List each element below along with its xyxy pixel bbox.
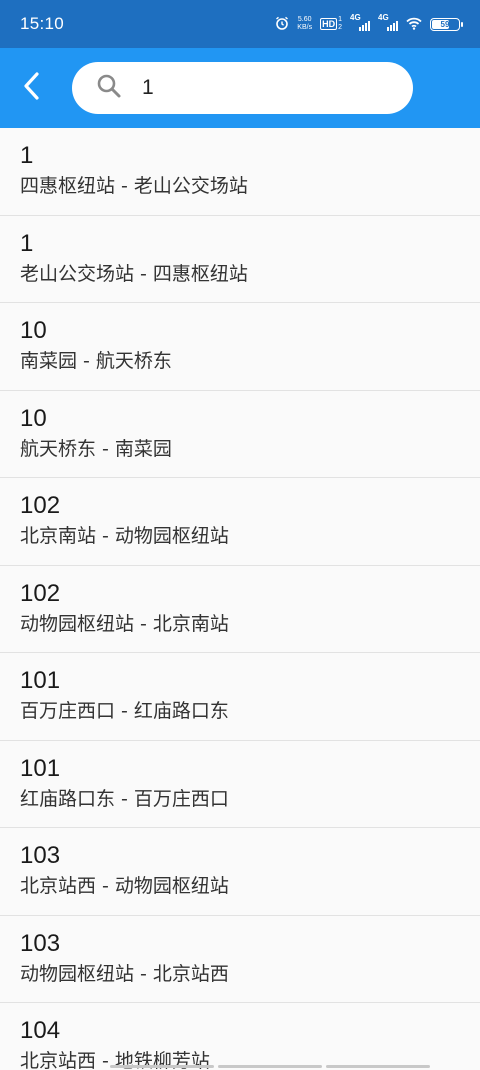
search-icon: [96, 73, 122, 103]
route-number: 101: [20, 754, 61, 782]
net-speed: 5.60 KB/s: [297, 16, 312, 32]
route-item[interactable]: 1 老山公交场站 - 四惠枢纽站: [0, 215, 480, 303]
route-item[interactable]: 101 百万庄西口 - 红庙路口东: [0, 653, 480, 741]
route-number: 101: [20, 667, 61, 694]
route-number: 10: [20, 404, 47, 432]
net-speed-unit: KB/s: [297, 24, 313, 31]
hd-sub-1: 1: [338, 16, 342, 23]
signal-2-label: 4G: [378, 13, 389, 22]
route-number: 10: [20, 317, 47, 344]
signal-icon-1: 4G: [350, 13, 370, 31]
status-icons: 5.60 KB/s HD 1 2 4G 4G 59: [275, 13, 463, 34]
route-item[interactable]: 10 航天桥东 - 南菜园: [0, 390, 480, 478]
scroll-indicator: [110, 1065, 430, 1068]
route-number: 103: [20, 842, 61, 869]
route-description: 航天桥东 - 南菜园: [20, 437, 172, 460]
screen: 15:10 5.60 KB/s HD 1 2 4G 4G 59 1 1 四惠枢纽…: [0, 0, 480, 1070]
search-box[interactable]: [72, 62, 413, 114]
hd-indicator: HD 1 2: [320, 16, 342, 32]
hd-label: HD: [320, 18, 338, 30]
back-button[interactable]: [12, 68, 52, 108]
route-description: 老山公交场站 - 四惠枢纽站: [20, 262, 248, 285]
route-item[interactable]: 10 南菜园 - 航天桥东: [0, 303, 480, 391]
route-number: 102: [20, 579, 61, 607]
route-description: 北京南站 - 动物园枢纽站: [20, 525, 229, 547]
route-description: 南菜园 - 航天桥东: [20, 350, 172, 372]
route-description: 百万庄西口 - 红庙路口东: [20, 700, 229, 722]
battery-icon: 59: [430, 17, 463, 31]
net-speed-value: 5.60: [297, 16, 312, 23]
route-item[interactable]: 102 北京南站 - 动物园枢纽站: [0, 478, 480, 566]
route-number: 1: [20, 142, 34, 169]
route-item[interactable]: 1 四惠枢纽站 - 老山公交场站: [0, 128, 480, 216]
route-description: 四惠枢纽站 - 老山公交场站: [20, 175, 248, 197]
route-description: 动物园枢纽站 - 北京站西: [20, 962, 229, 985]
route-description: 北京站西 - 动物园枢纽站: [20, 875, 229, 897]
route-list: 1 四惠枢纽站 - 老山公交场站 1 老山公交场站 - 四惠枢纽站 10 南菜园 - 航天…: [0, 128, 480, 1070]
route-number: 1: [20, 229, 34, 257]
route-item[interactable]: 101 红庙路口东 - 百万庄西口: [0, 740, 480, 828]
route-description: 红庙路口东 - 百万庄西口: [20, 787, 229, 810]
hd-sub-2: 2: [338, 24, 342, 31]
hd-sub: 1 2: [338, 16, 342, 32]
alarm-icon: [275, 15, 289, 34]
route-description: 动物园枢纽站 - 北京南站: [20, 612, 229, 635]
battery-level: 59: [440, 19, 450, 29]
route-number: 103: [20, 929, 61, 957]
route-item[interactable]: 103 北京站西 - 动物园枢纽站: [0, 828, 480, 916]
route-item[interactable]: 104 北京站西 - 地铁柳芳站: [0, 1003, 480, 1070]
status-bar: 15:10 5.60 KB/s HD 1 2 4G 4G 59: [0, 0, 480, 48]
chevron-left-icon: [21, 71, 43, 105]
signal-icon-2: 4G: [378, 13, 398, 31]
app-bar: [0, 48, 480, 128]
route-item[interactable]: 103 动物园枢纽站 - 北京站西: [0, 915, 480, 1003]
route-number: 102: [20, 492, 61, 519]
signal-1-label: 4G: [350, 13, 361, 22]
route-number: 104: [20, 1017, 61, 1044]
wifi-icon: [406, 15, 422, 34]
search-input[interactable]: [140, 75, 384, 101]
route-item[interactable]: 102 动物园枢纽站 - 北京南站: [0, 565, 480, 653]
status-time: 15:10: [20, 14, 65, 33]
